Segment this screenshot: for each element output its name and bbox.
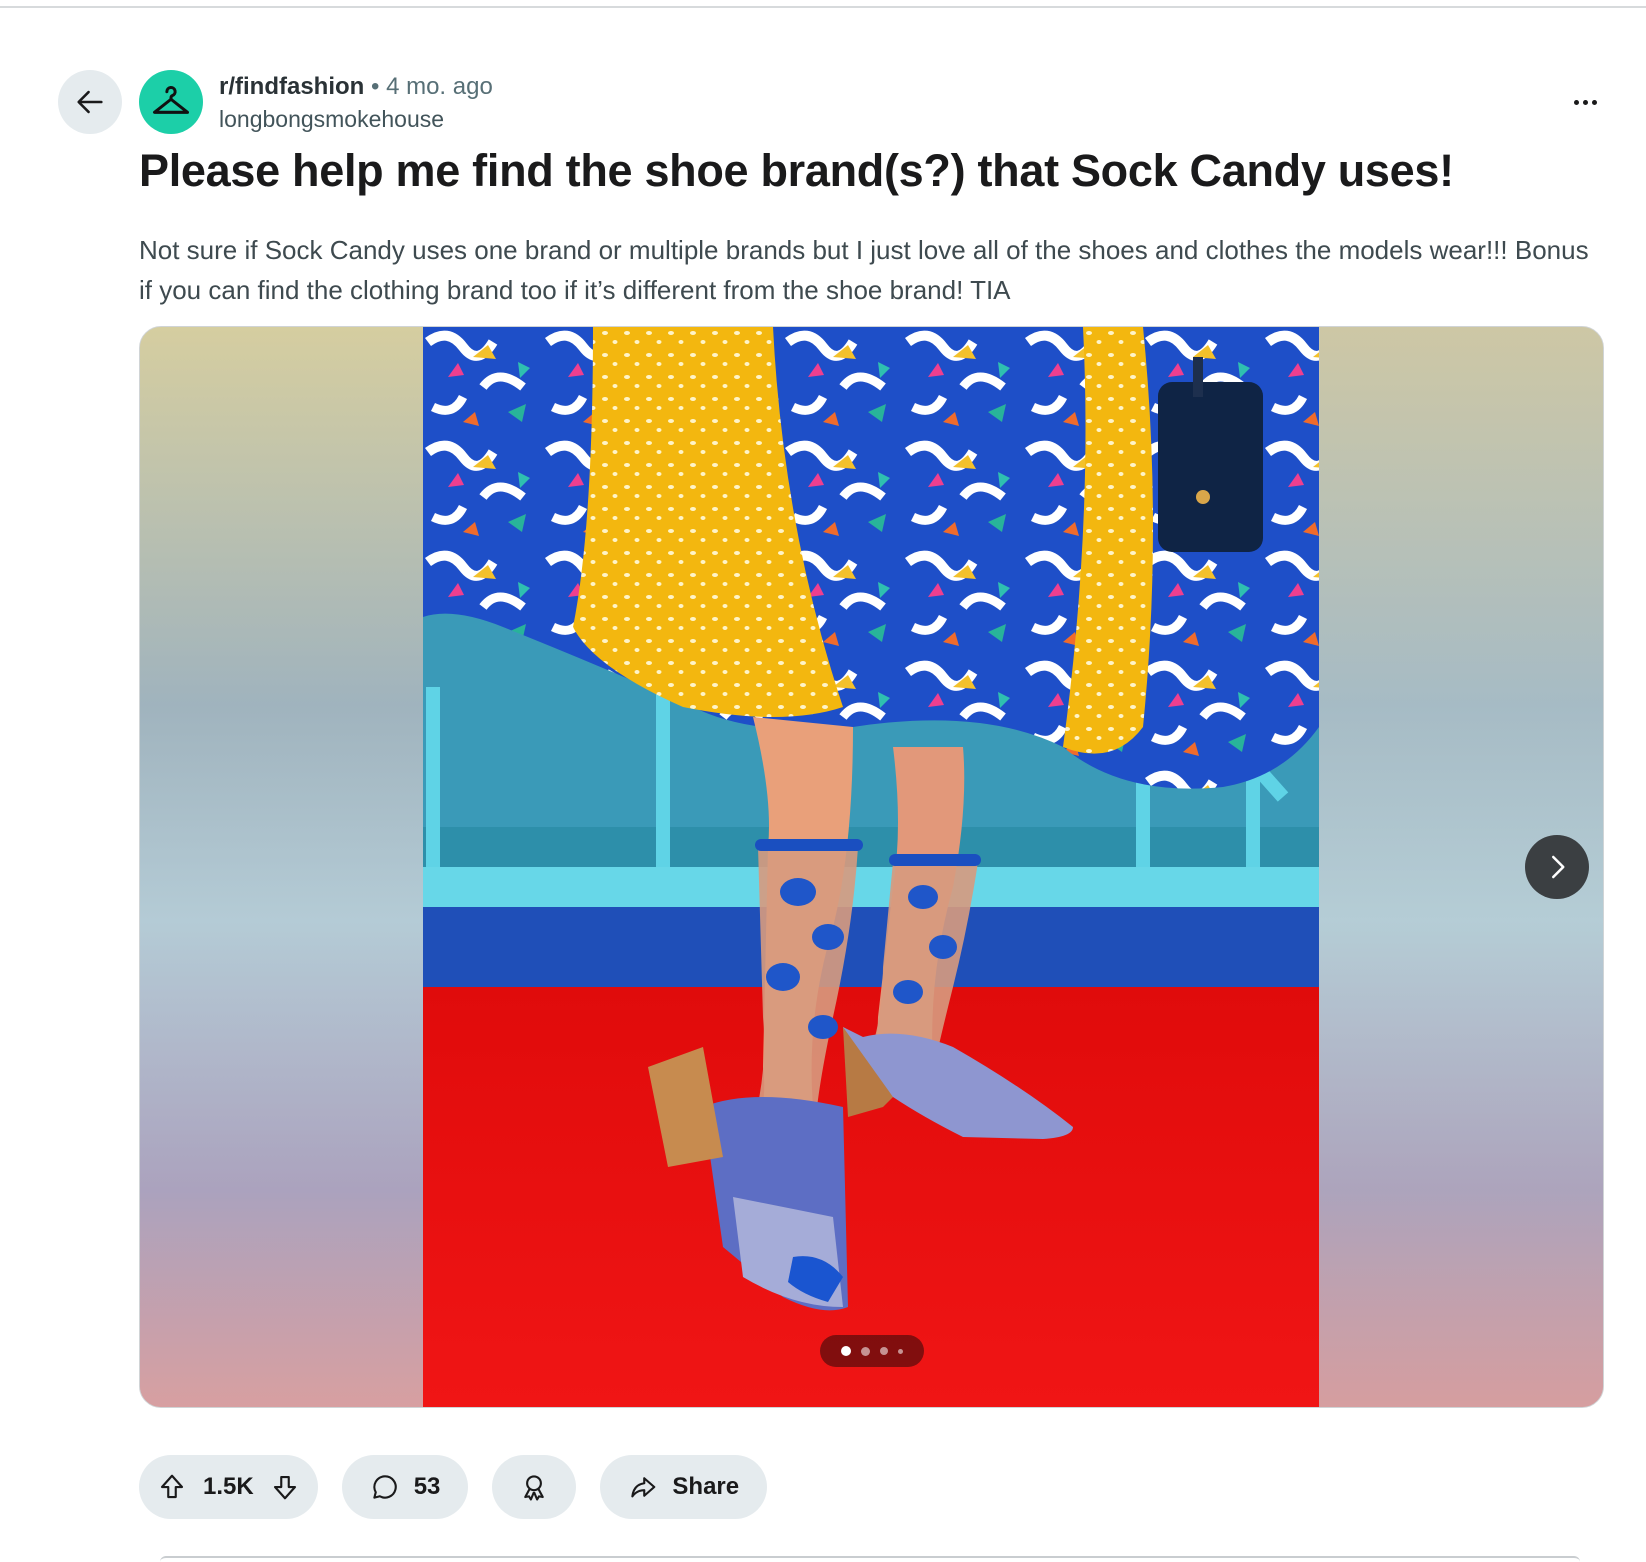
back-button[interactable] <box>58 70 122 134</box>
arrow-up-icon[interactable] <box>157 1472 187 1502</box>
hanger-icon <box>152 86 190 114</box>
more-dot-icon <box>1591 99 1597 105</box>
vote-control: 1.5K <box>139 1455 318 1519</box>
gallery-pagination <box>820 1335 924 1367</box>
share-arrow-icon <box>631 1477 656 1498</box>
post-title: Please help me find the shoe brand(s?) t… <box>139 145 1454 196</box>
vote-count: 1.5K <box>203 1473 254 1500</box>
subreddit-avatar[interactable] <box>139 70 203 134</box>
post-age: 4 mo. ago <box>386 73 493 100</box>
share-button[interactable]: Share <box>600 1455 768 1519</box>
award-ribbon-icon <box>524 1475 545 1501</box>
post-meta: r/findfashion • 4 mo. ago longbongsmokeh… <box>219 70 493 134</box>
more-dot-icon <box>1573 99 1579 105</box>
speech-bubble-icon <box>373 1475 397 1499</box>
chevron-right-icon <box>1552 855 1565 879</box>
comments-button[interactable]: 53 <box>341 1455 469 1519</box>
subreddit-link[interactable]: r/findfashion <box>219 73 364 100</box>
gallery-image[interactable] <box>423 327 1319 1407</box>
comment-box-edge <box>160 1556 1580 1562</box>
arrow-left-icon <box>77 90 103 114</box>
more-options-button[interactable] <box>1565 84 1605 120</box>
more-dot-icon <box>1582 99 1588 105</box>
pagination-dot-active <box>841 1346 851 1356</box>
image-gallery[interactable] <box>139 326 1604 1408</box>
pagination-dot <box>880 1347 888 1355</box>
next-image-button[interactable] <box>1525 835 1589 899</box>
gallery-blur-left <box>140 327 423 1407</box>
meta-separator: • <box>371 73 380 100</box>
share-label: Share <box>672 1473 740 1500</box>
post-body: Not sure if Sock Candy uses one brand or… <box>139 235 1589 305</box>
comment-count: 53 <box>413 1473 441 1500</box>
pagination-dot <box>861 1346 870 1356</box>
author-link[interactable]: longbongsmokehouse <box>219 104 493 134</box>
pagination-dot <box>898 1348 903 1354</box>
top-divider <box>0 6 1646 8</box>
arrow-down-icon[interactable] <box>270 1472 300 1502</box>
award-button[interactable] <box>492 1455 577 1519</box>
post-action-bar: 1.5K 53 Share <box>139 1455 768 1519</box>
